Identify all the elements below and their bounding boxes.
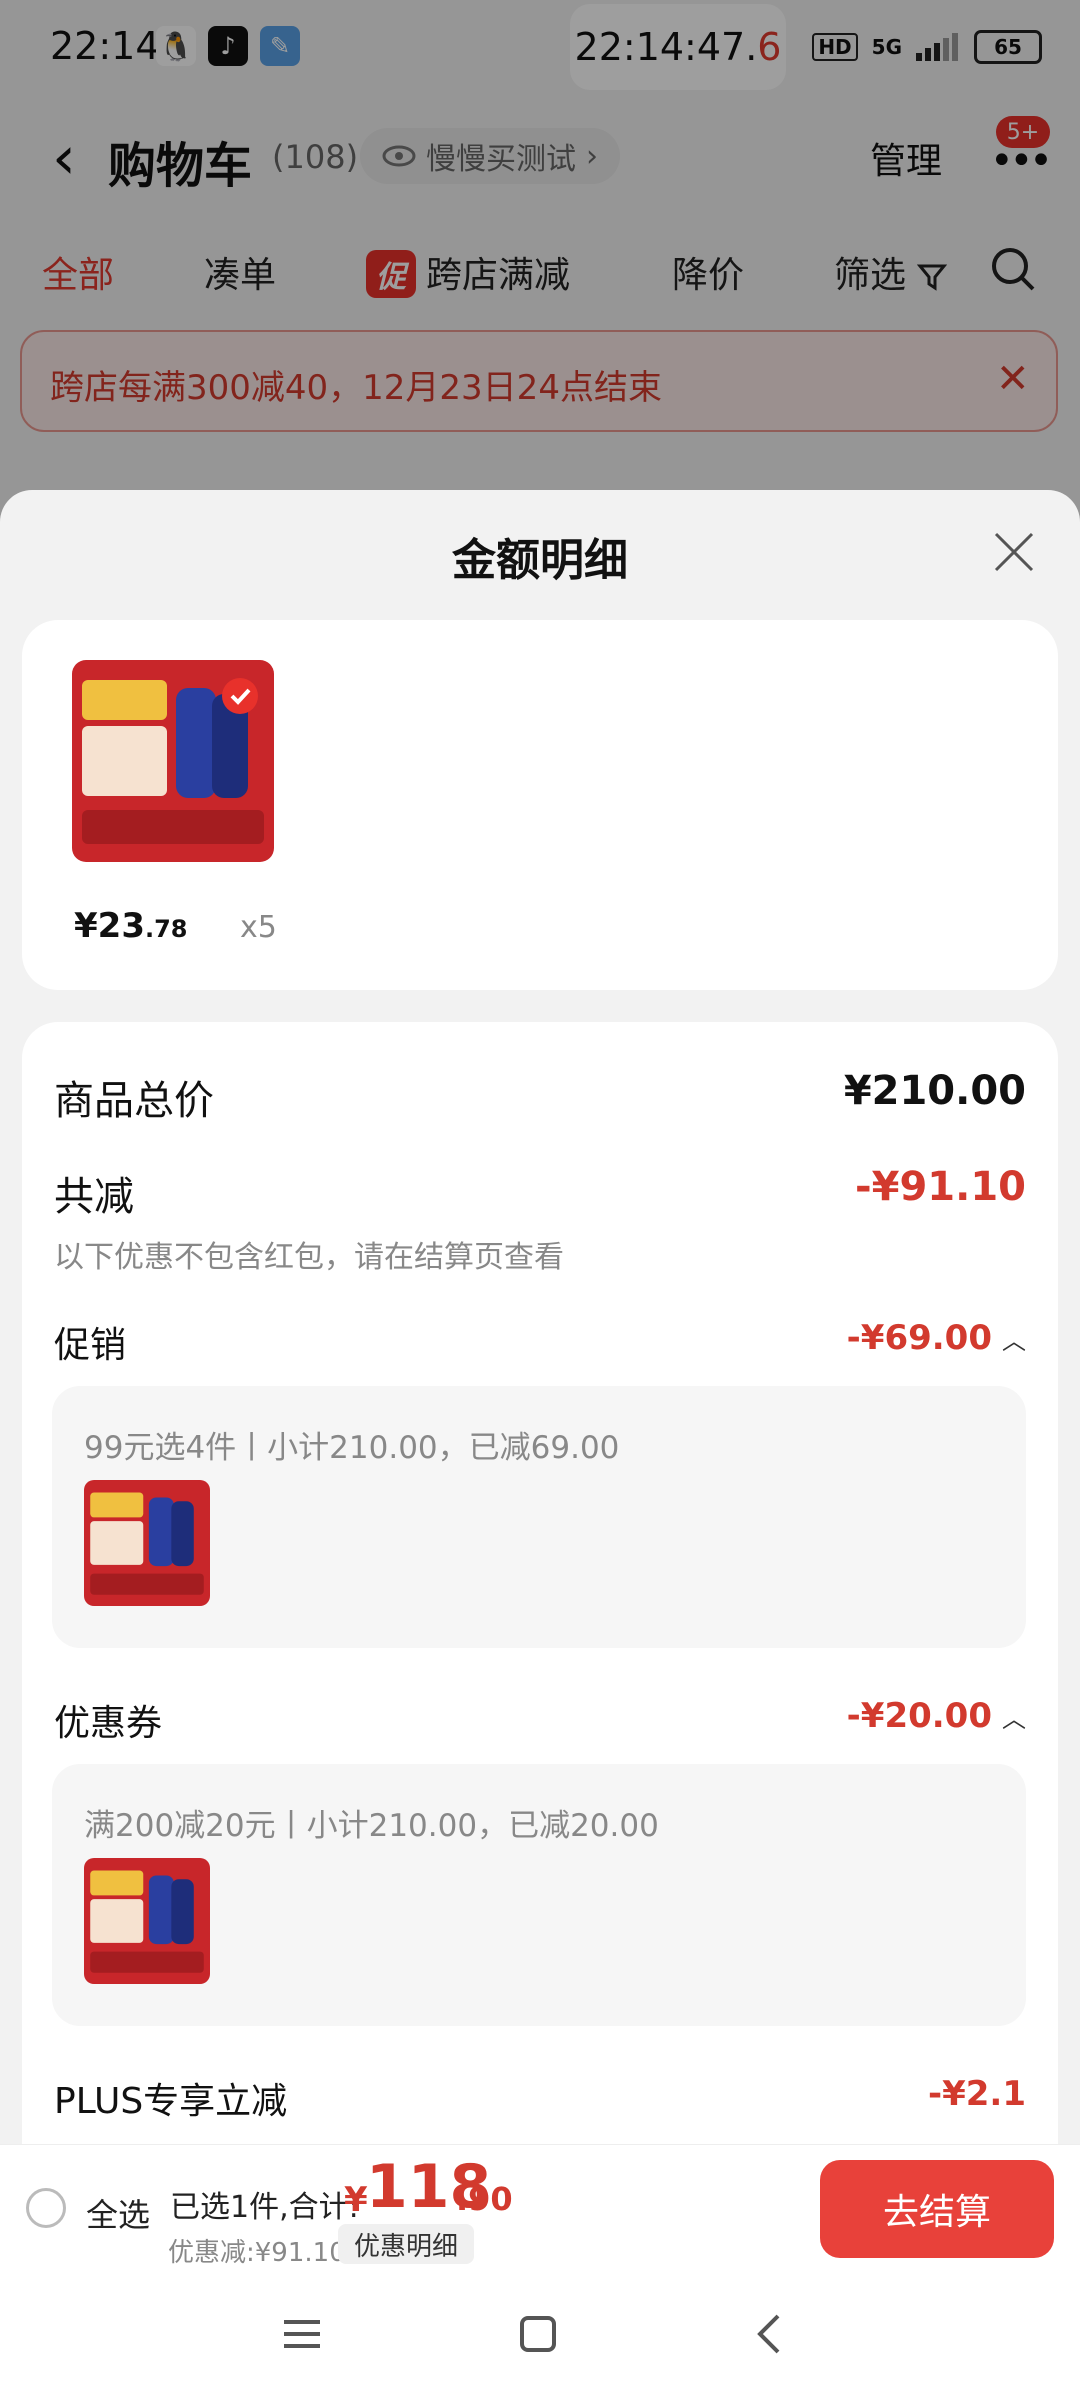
sheet-title: 金额明细 (452, 535, 628, 586)
coupon-detail-text: 满200减20元丨小计210.00，已减20.00 (84, 1808, 659, 1844)
plus-label: PLUS专享立减 (54, 2081, 288, 2122)
coupon-label: 优惠券 (54, 1703, 163, 1744)
product-price-main: ¥23 (74, 906, 145, 946)
home-icon[interactable] (514, 2310, 562, 2358)
promo-label: 促销 (54, 1325, 127, 1366)
product-thumbnail-icon (84, 1858, 210, 1984)
product-price: ¥23.78 (74, 906, 188, 946)
total-decimal: .90 (456, 2180, 513, 2218)
select-all-label[interactable]: 全选 (86, 2190, 150, 2236)
coupon-product-thumbnail (84, 1858, 210, 1984)
total-currency: ¥ (344, 2180, 368, 2220)
reduce-note: 以下优惠不包含红包，请在结算页查看 (54, 1240, 564, 1275)
total-reduce-value: -¥91.10 (855, 1164, 1026, 1210)
product-quantity: x5 (240, 910, 277, 945)
coupon-value-text: -¥20.00 (846, 1696, 992, 1736)
promo-product-thumbnail (84, 1480, 210, 1606)
product-thumbnail-icon (84, 1480, 210, 1606)
back-nav-icon[interactable] (746, 2310, 794, 2358)
product-image[interactable] (72, 660, 274, 862)
promo-value[interactable]: -¥69.00 ︿ (847, 1318, 1026, 1358)
menu-icon[interactable] (278, 2310, 326, 2358)
total-reduce-label: 共减 (54, 1174, 134, 1220)
promo-detail-text: 99元选4件丨小计210.00，已减69.00 (84, 1430, 620, 1466)
coupon-value[interactable]: -¥20.00 ︿ (847, 1696, 1026, 1736)
chevron-up-icon: ︿ (1002, 1326, 1026, 1355)
selected-summary: 已选1件,合计: (170, 2190, 359, 2225)
close-icon[interactable] (990, 528, 1038, 576)
plus-value: -¥2.1 (928, 2074, 1026, 2114)
product-price-decimal: .78 (144, 915, 188, 943)
product-thumbnail-icon (72, 660, 274, 862)
checkout-button[interactable]: 去结算 (820, 2160, 1054, 2258)
goods-total-value: ¥210.00 (843, 1068, 1026, 1114)
discount-summary: 优惠减:¥91.10 (168, 2238, 346, 2268)
select-all-radio[interactable] (26, 2188, 66, 2228)
promo-value-text: -¥69.00 (846, 1318, 992, 1358)
goods-total-label: 商品总价 (54, 1078, 214, 1124)
chevron-up-icon: ︿ (1002, 1704, 1026, 1733)
discount-detail-button[interactable]: 优惠明细 (338, 2224, 475, 2264)
